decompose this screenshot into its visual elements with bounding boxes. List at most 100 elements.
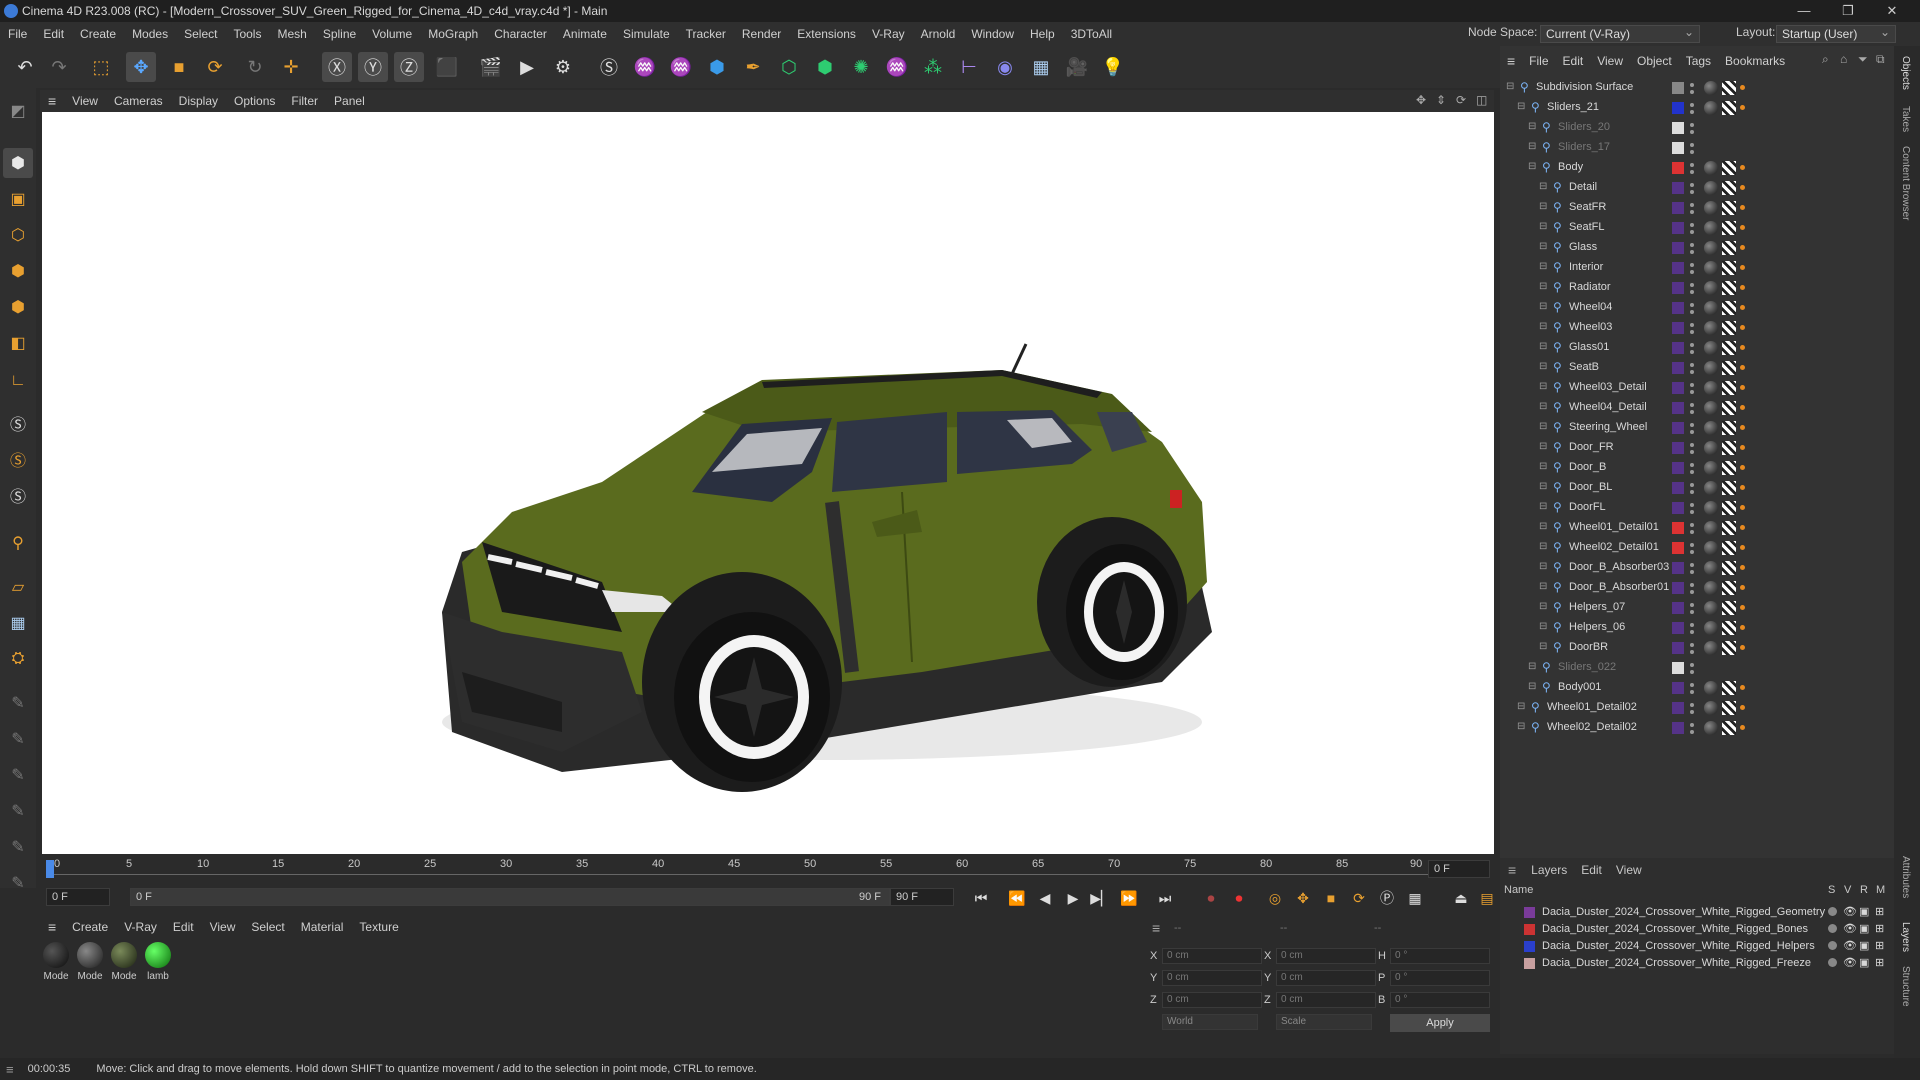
scale-mode-dropdown[interactable]: Scale <box>1276 1014 1372 1030</box>
key-position-icon[interactable]: ✥ <box>1292 888 1314 908</box>
layer-render-icon[interactable]: ▣ <box>1859 922 1869 935</box>
size-z-field[interactable]: 0 cm <box>1276 992 1376 1008</box>
expand-toggle-icon[interactable]: ⊟ <box>1539 281 1547 292</box>
expand-toggle-icon[interactable]: ⊟ <box>1539 441 1547 452</box>
layer-color-swatch[interactable] <box>1524 941 1535 952</box>
editor-visibility-dot[interactable] <box>1690 503 1694 507</box>
expand-toggle-icon[interactable]: ⊟ <box>1539 361 1547 372</box>
locked-workplane-icon[interactable]: ⛭ <box>3 644 33 674</box>
editor-visibility-dot[interactable] <box>1690 223 1694 227</box>
material-tag-icon[interactable] <box>1704 181 1718 195</box>
object-menu-file[interactable]: File <box>1522 54 1555 68</box>
keyframe-selection-icon[interactable]: ◎ <box>1264 888 1286 908</box>
object-menu-object[interactable]: Object <box>1630 54 1679 68</box>
menu-help[interactable]: Help <box>1022 27 1063 41</box>
material-tag-icon[interactable] <box>1704 81 1718 95</box>
texture-tag-icon[interactable] <box>1722 721 1736 735</box>
goto-end-icon[interactable]: ⏭ <box>1154 888 1176 908</box>
layer-solo-icon[interactable] <box>1828 907 1837 916</box>
menu-create[interactable]: Create <box>72 27 124 41</box>
layer-color-swatch[interactable] <box>1524 924 1535 935</box>
layer-color-swatch[interactable] <box>1524 958 1535 969</box>
sculpt-icon[interactable]: ✎ <box>3 688 33 718</box>
texture-tag-icon[interactable] <box>1722 361 1736 375</box>
layer-row[interactable]: Dacia_Duster_2024_Crossover_White_Rigged… <box>1500 904 1894 921</box>
material-tag-icon[interactable] <box>1704 441 1718 455</box>
menu-select[interactable]: Select <box>176 27 225 41</box>
render-visibility-dot[interactable] <box>1690 610 1694 614</box>
layout-dropdown[interactable]: Startup (User) <box>1776 24 1896 43</box>
menu-volume[interactable]: Volume <box>364 27 420 41</box>
expand-toggle-icon[interactable]: ⊟ <box>1539 181 1547 192</box>
snap-settings-icon[interactable]: Ⓢ <box>3 444 33 474</box>
expand-toggle-icon[interactable]: ⊟ <box>1528 121 1536 132</box>
viewport-menu-filter[interactable]: Filter <box>283 94 326 108</box>
expand-toggle-icon[interactable]: ⊟ <box>1539 641 1547 652</box>
material-tag-icon[interactable] <box>1704 421 1718 435</box>
texture-tag-icon[interactable] <box>1722 641 1736 655</box>
editor-visibility-dot[interactable] <box>1690 403 1694 407</box>
texture-tag-icon[interactable] <box>1722 541 1736 555</box>
object-row[interactable]: ⊟ ⚲ Radiator <box>1500 278 1894 298</box>
motion-clip-icon[interactable]: ⏏ <box>1450 888 1472 908</box>
prev-frame-icon[interactable]: ◀ <box>1034 888 1056 908</box>
object-menu-tags[interactable]: Tags <box>1679 54 1718 68</box>
viewport-menu-view[interactable]: View <box>64 94 106 108</box>
key-scale-icon[interactable]: ■ <box>1320 888 1342 908</box>
render-view-icon[interactable]: 🎬 <box>476 52 506 82</box>
tab-objects[interactable]: Objects <box>1900 56 1911 90</box>
viewport-hamburger-icon[interactable]: ≡ <box>40 93 64 109</box>
expand-toggle-icon[interactable]: ⊟ <box>1539 461 1547 472</box>
rotation-h-field[interactable]: 0 ° <box>1390 948 1490 964</box>
material-slot[interactable]: Mode <box>109 942 139 982</box>
render-visibility-dot[interactable] <box>1690 350 1694 354</box>
coordinate-system-icon[interactable]: ⬛ <box>432 52 462 82</box>
viewport-menu-display[interactable]: Display <box>171 94 226 108</box>
render-visibility-dot[interactable] <box>1690 530 1694 534</box>
brush-icon[interactable]: ✎ <box>3 760 33 790</box>
menu-tools[interactable]: Tools <box>225 27 269 41</box>
auto-key-icon[interactable]: ⏺ <box>1228 888 1250 908</box>
undo-icon[interactable]: ↶ <box>10 52 40 82</box>
menu-modes[interactable]: Modes <box>124 27 176 41</box>
material-tag-icon[interactable] <box>1704 381 1718 395</box>
texture-tag-icon[interactable] <box>1722 381 1736 395</box>
brush-r-icon[interactable]: ✎ <box>3 832 33 862</box>
object-menu-edit[interactable]: Edit <box>1556 54 1591 68</box>
material-tag-icon[interactable] <box>1704 681 1718 695</box>
live-selection-icon[interactable]: ⬚ <box>86 52 116 82</box>
layer-render-icon[interactable]: ▣ <box>1859 939 1869 952</box>
texture-tag-icon[interactable] <box>1722 621 1736 635</box>
vray-icon[interactable]: Ⓢ <box>594 52 624 82</box>
object-row[interactable]: ⊟ ⚲ Subdivision Surface <box>1500 78 1894 98</box>
material-slot[interactable]: lamb <box>143 942 173 982</box>
render-visibility-dot[interactable] <box>1690 210 1694 214</box>
editor-visibility-dot[interactable] <box>1690 563 1694 567</box>
texture-tag-icon[interactable] <box>1722 501 1736 515</box>
layer-manager-icon[interactable]: ⊞ <box>1875 956 1884 969</box>
texture-tag-icon[interactable] <box>1722 701 1736 715</box>
tab-layers[interactable]: Layers <box>1900 922 1911 952</box>
menu-extensions[interactable]: Extensions <box>789 27 864 41</box>
menu-mograph[interactable]: MoGraph <box>420 27 486 41</box>
expand-toggle-icon[interactable]: ⊟ <box>1539 381 1547 392</box>
prev-key-icon[interactable]: ⏪ <box>1006 888 1028 908</box>
render-visibility-dot[interactable] <box>1690 230 1694 234</box>
material-tag-icon[interactable] <box>1704 101 1718 115</box>
material-tag-icon[interactable] <box>1704 301 1718 315</box>
editor-visibility-dot[interactable] <box>1690 343 1694 347</box>
editor-visibility-dot[interactable] <box>1690 283 1694 287</box>
editor-visibility-dot[interactable] <box>1690 243 1694 247</box>
play-icon[interactable]: ▶ <box>1062 888 1084 908</box>
layer-hamburger-icon[interactable]: ≡ <box>1500 862 1524 878</box>
texture-tag-icon[interactable] <box>1722 101 1736 115</box>
y-axis-lock-icon[interactable]: Ⓨ <box>358 52 388 82</box>
material-menu-create[interactable]: Create <box>64 920 116 934</box>
texture-tag-icon[interactable] <box>1722 161 1736 175</box>
editor-visibility-dot[interactable] <box>1690 303 1694 307</box>
expand-toggle-icon[interactable]: ⊟ <box>1539 321 1547 332</box>
material-slot[interactable]: Mode <box>75 942 105 982</box>
timeline-ruler[interactable]: 0 5 10 15 20 25 30 35 40 45 50 55 60 65 … <box>40 856 1494 882</box>
object-row[interactable]: ⊟ ⚲ Body <box>1500 158 1894 178</box>
texture-tag-icon[interactable] <box>1722 181 1736 195</box>
